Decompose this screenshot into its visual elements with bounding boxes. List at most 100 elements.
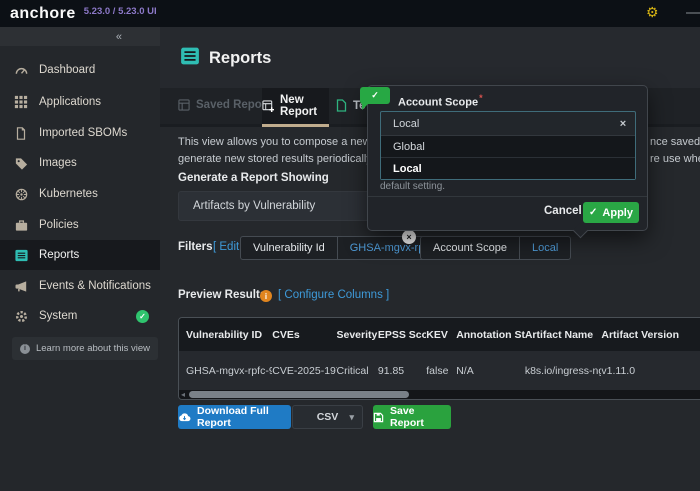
cell-cves: CVE-2025-1974 (272, 365, 336, 377)
cell-artifact-version: v1.11.0 (601, 365, 700, 377)
cloud-download-icon (178, 412, 191, 422)
option-local[interactable]: Local (381, 158, 635, 179)
save-floppy-icon (373, 412, 384, 423)
apply-button[interactable]: ✓ Apply (583, 202, 639, 223)
tab-new-report[interactable]: New Report (262, 88, 329, 127)
chip-name: Account Scope (421, 242, 519, 254)
saved-reports-icon (178, 99, 190, 111)
settings-gear-icon[interactable]: ⚙ (646, 4, 659, 21)
tags-icon (13, 155, 29, 171)
gauge-icon (13, 62, 29, 78)
megaphone-icon (13, 278, 29, 294)
sidebar-item-applications[interactable]: Applications (0, 87, 160, 117)
tab-label: New Report (280, 94, 329, 118)
kubernetes-wheel-icon (13, 186, 29, 202)
description-line-1-continued: nce saved, you (650, 136, 700, 148)
option-label: Local (393, 163, 422, 175)
sidebar-item-label: Applications (39, 96, 101, 108)
sidebar-collapse-button[interactable]: « (0, 27, 160, 46)
horizontal-scrollbar[interactable]: ◂ (179, 390, 700, 399)
cell-annotation-status: N/A (456, 365, 525, 377)
table-row[interactable]: GHSA-mgvx-rpfc-9mpv CVE-2025-1974 Critic… (179, 351, 700, 390)
success-bubble-tail (362, 103, 369, 110)
cell-severity: Critical (337, 365, 378, 377)
generate-report-label: Generate a Report Showing (178, 172, 329, 184)
check-icon: ✓ (371, 90, 379, 101)
sidebar-item-label: Reports (39, 249, 79, 261)
button-label: Download Full Report (197, 405, 291, 429)
top-bar: anchore 5.23.0 / 5.23.0 UI (0, 0, 700, 27)
report-type-value: Artifacts by Vulnerability (193, 200, 315, 212)
description-line-2-continued: re use when cr (650, 153, 700, 165)
version-label: 5.23.0 / 5.23.0 UI (84, 6, 157, 17)
sidebar-item-label: Policies (39, 219, 79, 231)
sidebar-item-imported-sboms[interactable]: Imported SBOMs (0, 118, 160, 148)
preview-results-table: Vulnerability ID CVEs Severity EPSS Scor… (178, 317, 700, 400)
page-title-text: Reports (209, 49, 271, 68)
required-asterisk: * (479, 93, 483, 103)
popover-footer-divider (368, 196, 647, 197)
popover-title: Account Scope* (398, 93, 483, 109)
chip-value: Local (519, 237, 570, 259)
option-global[interactable]: Global (381, 136, 635, 158)
document-icon (13, 125, 29, 141)
cell-epss-score: 91.85 (378, 365, 426, 377)
table-header-row: Vulnerability ID CVEs Severity EPSS Scor… (179, 318, 700, 351)
preview-results-label: Preview Results (178, 289, 266, 301)
clear-input-icon[interactable]: × (611, 118, 635, 130)
check-icon: ✓ (589, 207, 597, 218)
sidebar-item-reports[interactable]: Reports (0, 240, 160, 270)
briefcase-icon (13, 217, 29, 233)
account-scope-combobox: × Global Local (380, 111, 636, 180)
system-healthy-check-badge: ✓ (136, 310, 149, 323)
grid-icon (13, 94, 29, 110)
topbar-menu-dash-icon (686, 12, 700, 14)
combobox-input-row: × (381, 112, 635, 136)
info-icon: i (20, 344, 30, 354)
scroll-left-arrow-icon[interactable]: ◂ (181, 390, 185, 399)
popover-title-text: Account Scope (398, 97, 478, 109)
sidebar-item-kubernetes[interactable]: Kubernetes (0, 179, 160, 209)
account-scope-input[interactable] (381, 118, 611, 130)
template-file-icon (336, 99, 347, 112)
configure-columns-link[interactable]: [ Configure Columns ] (278, 289, 389, 301)
popover-helper-text: default setting. (380, 181, 445, 192)
anchore-logo: anchore (10, 5, 76, 23)
option-label: Global (393, 141, 425, 153)
learn-more-label: Learn more about this view (36, 343, 150, 354)
sidebar-item-dashboard[interactable]: Dashboard (0, 55, 160, 85)
sidebar-item-label: Kubernetes (39, 188, 98, 200)
cell-artifact-name: k8s.io/ingress-nginx (525, 365, 602, 377)
sidebar-item-label: Images (39, 157, 77, 169)
cancel-button[interactable]: Cancel (544, 205, 582, 217)
chevron-down-icon: ▾ (349, 412, 354, 423)
new-report-icon (262, 100, 274, 112)
column-header: Artifact Version (601, 329, 700, 341)
gear-icon (13, 308, 29, 324)
scrollbar-thumb[interactable] (189, 391, 409, 398)
button-label: Save Report (390, 405, 451, 429)
chip-name: Vulnerability Id (241, 242, 337, 254)
collapse-chevrons-icon: « (116, 31, 122, 43)
sidebar-item-label: Dashboard (39, 64, 95, 76)
sidebar-item-events-notifications[interactable]: Events & Notifications (0, 271, 160, 301)
button-label: Apply (602, 207, 633, 219)
sidebar-item-images[interactable]: Images (0, 148, 160, 178)
format-dropdown[interactable]: CSV ▾ (292, 405, 363, 429)
download-full-report-button[interactable]: Download Full Report (178, 405, 291, 429)
preview-info-badge-icon: i (260, 290, 272, 302)
popover-caret (573, 223, 589, 239)
cell-kev: false (426, 365, 456, 377)
remove-filter-icon[interactable]: × (402, 230, 416, 244)
save-report-button[interactable]: Save Report (373, 405, 451, 429)
learn-more-button[interactable]: i Learn more about this view (12, 337, 158, 360)
report-table-icon (13, 247, 29, 263)
column-header: Severity (337, 329, 378, 341)
column-header: CVEs (272, 329, 336, 341)
reports-page-icon (180, 46, 200, 71)
account-scope-popover: Account Scope* × Global Local default se… (367, 85, 648, 231)
filter-chip-account-scope[interactable]: Account Scope Local (420, 236, 571, 260)
column-header: Annotation Status (456, 329, 525, 341)
sidebar-item-label: Events & Notifications (39, 280, 151, 292)
sidebar-item-policies[interactable]: Policies (0, 210, 160, 240)
